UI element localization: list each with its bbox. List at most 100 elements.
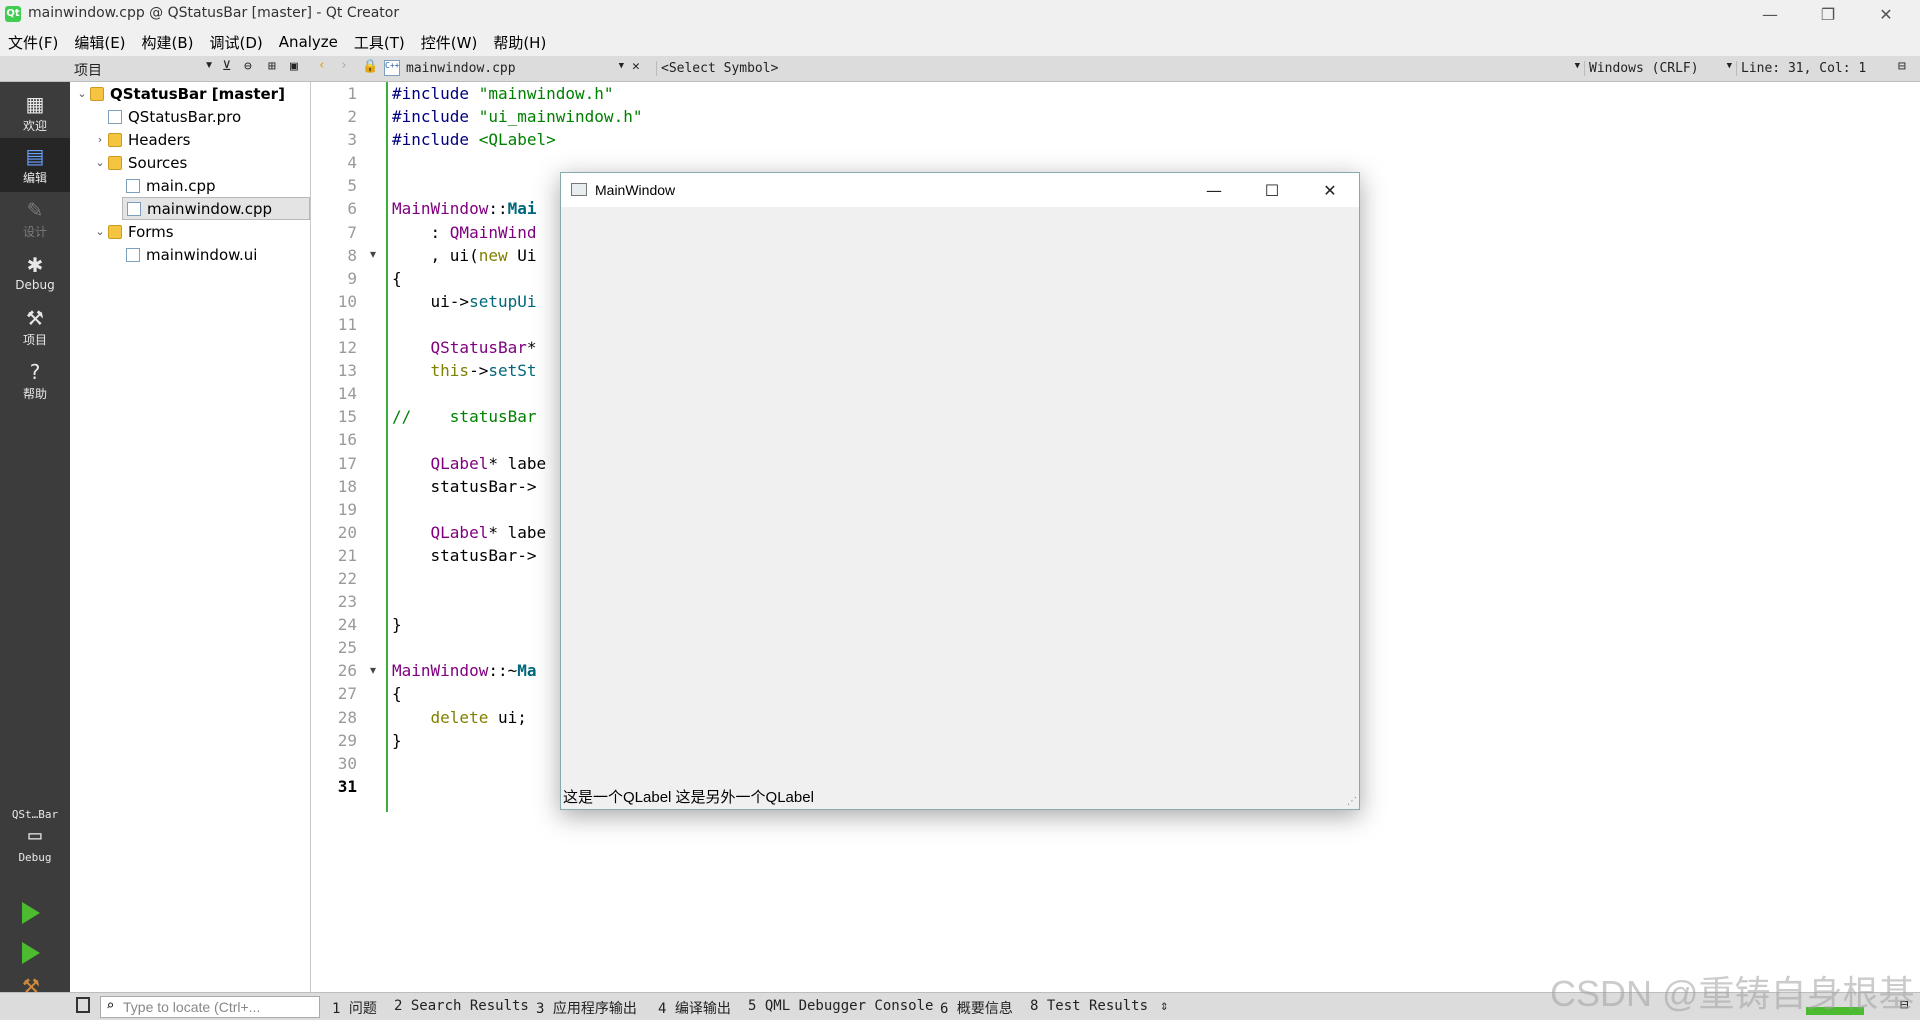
split-editor-icon[interactable]: ⊟ <box>1898 59 1906 74</box>
tree-node-label: mainwindow.cpp <box>147 199 273 218</box>
tree-node-headers[interactable]: › Headers <box>92 128 191 151</box>
toggle-sidebar-icon[interactable] <box>76 997 90 1013</box>
tab-general-messages[interactable]: 6 概要信息 <box>940 998 1013 1018</box>
tab-issues[interactable]: 1 问题 <box>332 998 377 1018</box>
debug-run-button[interactable] <box>22 942 40 964</box>
tab-test-results[interactable]: 8 Test Results <box>1030 998 1148 1014</box>
mode-design[interactable]: ✎ 设计 <box>0 192 70 246</box>
tab-search-results[interactable]: 2 Search Results <box>394 998 529 1014</box>
mode-projects[interactable]: ⚒ 项目 <box>0 300 70 354</box>
menu-tools[interactable]: 工具(T) <box>346 32 413 53</box>
line-number: 10 <box>337 291 357 311</box>
code-line[interactable]: #include "ui_mainwindow.h" <box>392 105 1912 128</box>
close-button[interactable]: ✕ <box>1858 0 1914 28</box>
tree-node-forms[interactable]: ⌄ Forms <box>92 220 173 243</box>
open-documents-combo[interactable]: mainwindow.cpp ▼ <box>406 61 624 76</box>
menu-edit[interactable]: 编辑(E) <box>66 32 133 53</box>
cursor-position[interactable]: Line: 31, Col: 1 <box>1736 61 1866 76</box>
tree-node-mainwindow-cpp[interactable]: mainwindow.cpp <box>122 197 310 220</box>
minimize-button[interactable]: — <box>1742 0 1798 28</box>
line-ending-combo[interactable]: Windows (CRLF) ▼ <box>1584 61 1732 76</box>
kit-config-label: Debug <box>18 851 52 864</box>
line-number: 21 <box>337 545 357 565</box>
chevron-down-icon: ⌄ <box>95 156 105 169</box>
lock-icon: 🔒 <box>362 59 379 74</box>
menu-bar: 文件(F) 编辑(E) 构建(B) 调试(D) Analyze 工具(T) 控件… <box>0 28 1920 56</box>
line-number: 11 <box>337 314 357 334</box>
tree-node-main-cpp[interactable]: main.cpp <box>110 174 216 197</box>
mode-label: Debug <box>15 278 55 292</box>
fold-arrow-icon[interactable]: ▾ <box>370 663 376 677</box>
tree-node-pro-file[interactable]: QStatusBar.pro <box>92 105 241 128</box>
app-minimize-button[interactable]: — <box>1185 173 1243 207</box>
mode-help[interactable]: ? 帮助 <box>0 354 70 408</box>
split-icon[interactable]: ⊞ <box>268 59 276 74</box>
mode-welcome[interactable]: ▦ 欢迎 <box>0 86 70 140</box>
close-document-icon[interactable]: ✕ <box>632 59 640 74</box>
line-number: 26 <box>337 661 357 681</box>
code-line[interactable] <box>392 151 1912 174</box>
tree-node-label: mainwindow.ui <box>146 245 258 264</box>
menu-help[interactable]: 帮助(H) <box>485 32 554 53</box>
pencil-icon: ✎ <box>26 197 44 222</box>
monitor-icon: ▭ <box>28 823 42 848</box>
bug-icon: ✱ <box>26 253 44 277</box>
project-view-combo[interactable]: 项目 ▼ <box>74 60 214 80</box>
app-title-bar[interactable]: MainWindow — ☐ ✕ <box>561 173 1359 207</box>
code-line[interactable]: #include <QLabel> <box>392 128 1912 151</box>
more-tabs-icon[interactable]: ⇕ <box>1160 998 1168 1014</box>
locator-input[interactable]: Type to locate (Ctrl+... <box>100 996 320 1018</box>
tree-node-label: Headers <box>128 130 191 149</box>
kit-selector[interactable]: QSt…Bar ▭ Debug <box>0 806 70 876</box>
resize-grip-icon[interactable]: ⋰ <box>1347 796 1357 807</box>
kit-project-label: QSt…Bar <box>11 808 59 821</box>
line-number: 4 <box>347 153 357 173</box>
menu-build[interactable]: 构建(B) <box>134 32 202 53</box>
menu-widgets[interactable]: 控件(W) <box>413 32 486 53</box>
line-number: 25 <box>337 638 357 658</box>
close-pane-icon[interactable]: ▣ <box>290 59 298 74</box>
fold-arrow-icon[interactable]: ▾ <box>370 247 376 261</box>
project-folder-icon <box>90 86 104 101</box>
tab-compile-output[interactable]: 4 编译输出 <box>658 998 731 1018</box>
run-button[interactable] <box>22 902 40 924</box>
line-number: 9 <box>347 268 357 288</box>
ui-file-icon <box>126 247 140 262</box>
tree-node-mainwindow-ui[interactable]: mainwindow.ui <box>110 243 257 266</box>
editor-toolbar: 项目 ▼ ⊻ ⊖ ⊞ ▣ ‹ › 🔒 C++ mainwindow.cpp ▼ … <box>0 56 1920 82</box>
app-close-button[interactable]: ✕ <box>1301 173 1359 207</box>
chevron-down-icon: ▼ <box>1574 61 1580 71</box>
fold-margin[interactable]: ▾ ▾ <box>362 82 388 812</box>
tree-node-project[interactable]: ⌄ QStatusBar [master] <box>74 82 285 105</box>
app-main-window[interactable]: MainWindow — ☐ ✕ 这是一个QLabel 这是另外一个QLabel… <box>560 172 1360 810</box>
line-number: 14 <box>337 384 357 404</box>
menu-debug[interactable]: 调试(D) <box>202 32 271 53</box>
menu-analyze[interactable]: Analyze <box>271 33 346 51</box>
restore-button[interactable]: ❐ <box>1800 0 1856 28</box>
link-icon[interactable]: ⊖ <box>244 59 252 74</box>
tab-qml-debugger-console[interactable]: 5 QML Debugger Console <box>748 998 933 1014</box>
tab-application-output[interactable]: 3 应用程序输出 <box>536 998 637 1018</box>
line-number: 8 <box>347 245 357 265</box>
window-title: mainwindow.cpp @ QStatusBar [master] - Q… <box>28 5 400 21</box>
chevron-down-icon: ⌄ <box>95 225 105 238</box>
menu-file[interactable]: 文件(F) <box>0 32 66 53</box>
mode-selector: ▦ 欢迎 ▤ 编辑 ✎ 设计 ✱ Debug ⚒ 项目 ? 帮助 QSt…Bar… <box>0 82 70 998</box>
tree-node-sources[interactable]: ⌄ Sources <box>92 151 187 174</box>
back-icon[interactable]: ‹ <box>318 58 326 73</box>
line-number: 17 <box>337 453 357 473</box>
line-number: 27 <box>337 684 357 704</box>
symbol-combo[interactable]: <Select Symbol> ▼ <box>656 61 1580 76</box>
help-icon: ? <box>29 359 41 384</box>
app-maximize-button[interactable]: ☐ <box>1243 173 1301 207</box>
line-number: 13 <box>337 361 357 381</box>
forward-icon[interactable]: › <box>340 58 348 73</box>
cpp-file-icon <box>127 201 141 216</box>
mode-debug[interactable]: ✱ Debug <box>0 246 70 300</box>
filter-icon[interactable]: ⊻ <box>222 59 232 74</box>
title-bar: Qt mainwindow.cpp @ QStatusBar [master] … <box>0 0 1920 28</box>
line-number-gutter: 1 2 3 4 5 6 7 8 9 10 11 12 13 14 15 16 17 18 19 20 21 22 23 24 2… <box>312 82 362 812</box>
code-line[interactable]: #include "mainwindow.h" <box>392 82 1912 105</box>
mode-edit[interactable]: ▤ 编辑 <box>0 138 70 192</box>
line-number: 16 <box>337 430 357 450</box>
